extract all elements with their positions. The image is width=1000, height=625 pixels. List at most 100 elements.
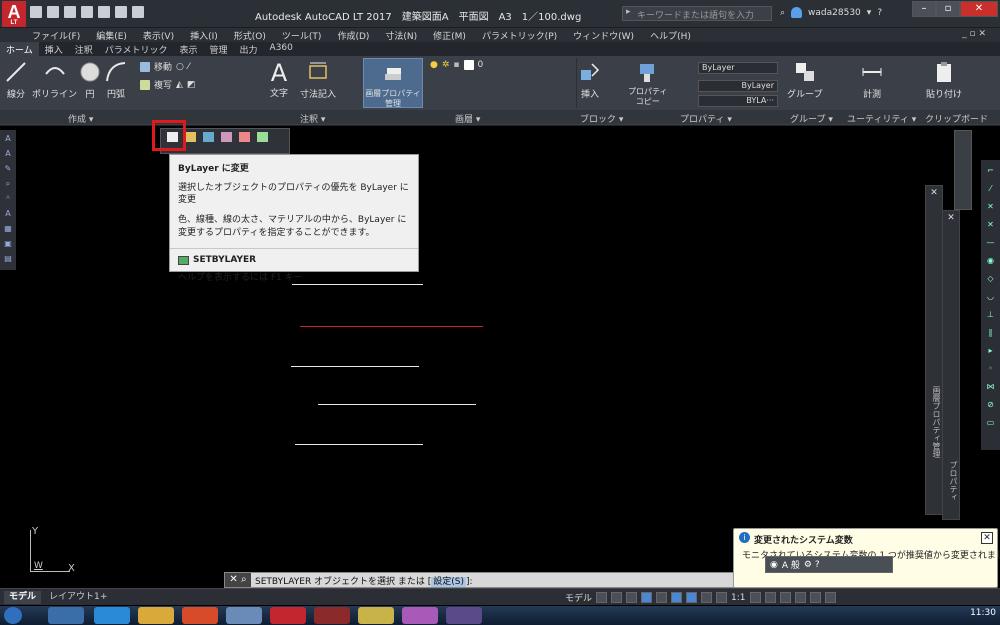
osnap-center-icon[interactable]: ◉ xyxy=(984,256,997,268)
save-as-icon[interactable] xyxy=(81,6,93,18)
menu-parametric[interactable]: パラメトリック(P) xyxy=(474,28,565,42)
osnap-settings-icon[interactable]: ▭ xyxy=(984,418,997,430)
tab-parametric[interactable]: パラメトリック xyxy=(99,42,174,56)
tab-view[interactable]: 表示 xyxy=(174,42,204,56)
tab-model[interactable]: モデル xyxy=(4,591,42,604)
maximize-button[interactable]: ▫ xyxy=(936,1,960,17)
properties-palette[interactable]: ✕ プロパティ xyxy=(942,210,960,520)
osnap-perpendicular-icon[interactable]: ⊥ xyxy=(984,310,997,322)
isodraft-icon[interactable] xyxy=(656,592,668,603)
trim-icon[interactable]: ⁄ xyxy=(188,62,190,72)
spell-tool-icon[interactable]: ᴬ xyxy=(2,193,14,205)
panel-label-annotation[interactable]: 注釈 ▾ xyxy=(300,112,325,125)
modify-row-move[interactable]: 移動 ○ ⁄ xyxy=(140,60,189,73)
palette-close-icon[interactable]: ✕ xyxy=(926,188,942,198)
command-option-settings[interactable]: 設定(S) xyxy=(431,576,467,587)
group-button[interactable]: グループ xyxy=(787,60,822,100)
match-properties-button[interactable]: プロパティ コピー xyxy=(628,60,668,107)
application-menu-button[interactable]: A LT xyxy=(2,1,26,27)
panel-label-draw[interactable]: 作成 ▾ xyxy=(68,112,93,125)
menu-tools[interactable]: ツール(T) xyxy=(274,28,330,42)
menu-view[interactable]: 表示(V) xyxy=(135,28,182,42)
panel-label-groups[interactable]: グループ ▾ xyxy=(790,112,833,125)
osnap-parallel-icon[interactable]: ∥ xyxy=(984,328,997,340)
attribute-tool-icon[interactable]: ▤ xyxy=(2,253,14,265)
taskbar-ie[interactable] xyxy=(94,607,130,624)
text-tool-icon[interactable]: A xyxy=(2,133,14,145)
tab-home[interactable]: ホーム xyxy=(0,42,39,56)
model-space-label[interactable]: モデル xyxy=(565,591,592,604)
table-tool-icon[interactable]: ▦ xyxy=(2,223,14,235)
minimize-button[interactable]: – xyxy=(912,1,936,17)
start-button[interactable] xyxy=(4,607,22,624)
menu-draw[interactable]: 作成(D) xyxy=(329,28,377,42)
user-name[interactable]: wada28530 xyxy=(808,8,861,18)
osnap-endpoint-icon[interactable]: ⌐ xyxy=(984,166,997,178)
panel-label-utilities[interactable]: ユーティリティ ▾ xyxy=(847,112,916,125)
osnap-none-icon[interactable]: ⊘ xyxy=(984,400,997,412)
panel-label-block[interactable]: ブロック ▾ xyxy=(580,112,623,125)
add-layout-button[interactable]: + xyxy=(95,591,113,604)
annotation-visibility-icon[interactable] xyxy=(716,592,728,603)
polyline-button[interactable]: ポリライン xyxy=(32,60,77,100)
taskbar-psp[interactable] xyxy=(314,607,350,624)
exchange-icon[interactable]: ▾ xyxy=(867,8,872,18)
save-icon[interactable] xyxy=(64,6,76,18)
tab-manage[interactable]: 管理 xyxy=(204,42,234,56)
scale-text-icon[interactable]: A xyxy=(2,208,14,220)
draw-order-icon[interactable] xyxy=(203,132,214,142)
panel-label-clipboard[interactable]: クリップボード xyxy=(925,112,988,125)
command-line[interactable]: ✕ ⌕ SETBYLAYER オブジェクトを選択 または [設定(S)]: xyxy=(224,572,774,588)
modify-row-copy[interactable]: 複写 ◭ ◩ xyxy=(140,78,195,91)
snap-icon[interactable] xyxy=(611,592,623,603)
mdi-controls[interactable]: _ ▫ ✕ xyxy=(954,28,994,39)
taskbar-autocad[interactable] xyxy=(270,607,306,624)
new-icon[interactable] xyxy=(30,6,42,18)
panel-label-layers[interactable]: 画層 ▾ xyxy=(455,112,480,125)
tab-a360[interactable]: A360 xyxy=(264,42,299,56)
polar-icon[interactable] xyxy=(641,592,653,603)
ime-toolbar[interactable]: ◉ A 般 ⚙ ? xyxy=(765,556,893,573)
menu-file[interactable]: ファイル(F) xyxy=(24,28,88,42)
rotate-icon[interactable]: ○ xyxy=(176,62,184,72)
osnap-quadrant-icon[interactable]: ◇ xyxy=(984,274,997,286)
menu-format[interactable]: 形式(O) xyxy=(226,28,274,42)
menu-help[interactable]: ヘルプ(H) xyxy=(642,28,699,42)
grid-icon[interactable] xyxy=(596,592,608,603)
tab-annotate[interactable]: 注釈 xyxy=(69,42,99,56)
palette-close-icon[interactable]: ✕ xyxy=(943,213,959,223)
menu-modify[interactable]: 修正(M) xyxy=(425,28,474,42)
osnap-tangent-icon[interactable]: ◡ xyxy=(984,292,997,304)
menu-edit[interactable]: 編集(E) xyxy=(88,28,135,42)
taskbar-paint[interactable] xyxy=(358,607,394,624)
ortho-icon[interactable] xyxy=(626,592,638,603)
paste-button[interactable]: 貼り付け xyxy=(926,60,962,100)
taskbar-chrome[interactable] xyxy=(182,607,218,624)
lineweight-icon[interactable] xyxy=(701,592,713,603)
osnap-node-icon[interactable]: ◦ xyxy=(984,364,997,376)
menu-insert[interactable]: 挿入(I) xyxy=(182,28,226,42)
color-control[interactable]: ByLayer xyxy=(698,62,778,74)
taskbar-app2[interactable] xyxy=(446,607,482,624)
clean-screen-icon[interactable] xyxy=(809,592,821,603)
osnap-extension-icon[interactable]: — xyxy=(984,238,997,250)
join-icon[interactable] xyxy=(257,132,268,142)
tab-output[interactable]: 出力 xyxy=(234,42,264,56)
taskbar-onenote[interactable] xyxy=(402,607,438,624)
osnap-intersection-icon[interactable]: ✕ xyxy=(984,202,997,214)
osnap-icon[interactable] xyxy=(686,592,698,603)
taskbar-app[interactable] xyxy=(226,607,262,624)
mtext-tool-icon[interactable]: A xyxy=(2,148,14,160)
drawing-line[interactable] xyxy=(318,404,476,405)
field-tool-icon[interactable]: ▣ xyxy=(2,238,14,250)
arc-button[interactable]: 円弧 xyxy=(104,60,128,100)
drawing-line[interactable] xyxy=(291,366,419,367)
print-icon[interactable] xyxy=(98,6,110,18)
menu-dimension[interactable]: 寸法(N) xyxy=(377,28,425,42)
command-close-icon[interactable]: ✕ ⌕ xyxy=(225,573,251,587)
layer-dropdown[interactable]: ● ✲ ▪ 0 xyxy=(430,60,483,70)
linetype-control[interactable]: ByLayer xyxy=(698,80,778,92)
taskbar-explorer[interactable] xyxy=(138,607,174,624)
redo-icon[interactable] xyxy=(132,6,144,18)
osnap-insert-icon[interactable]: ▸ xyxy=(984,346,997,358)
